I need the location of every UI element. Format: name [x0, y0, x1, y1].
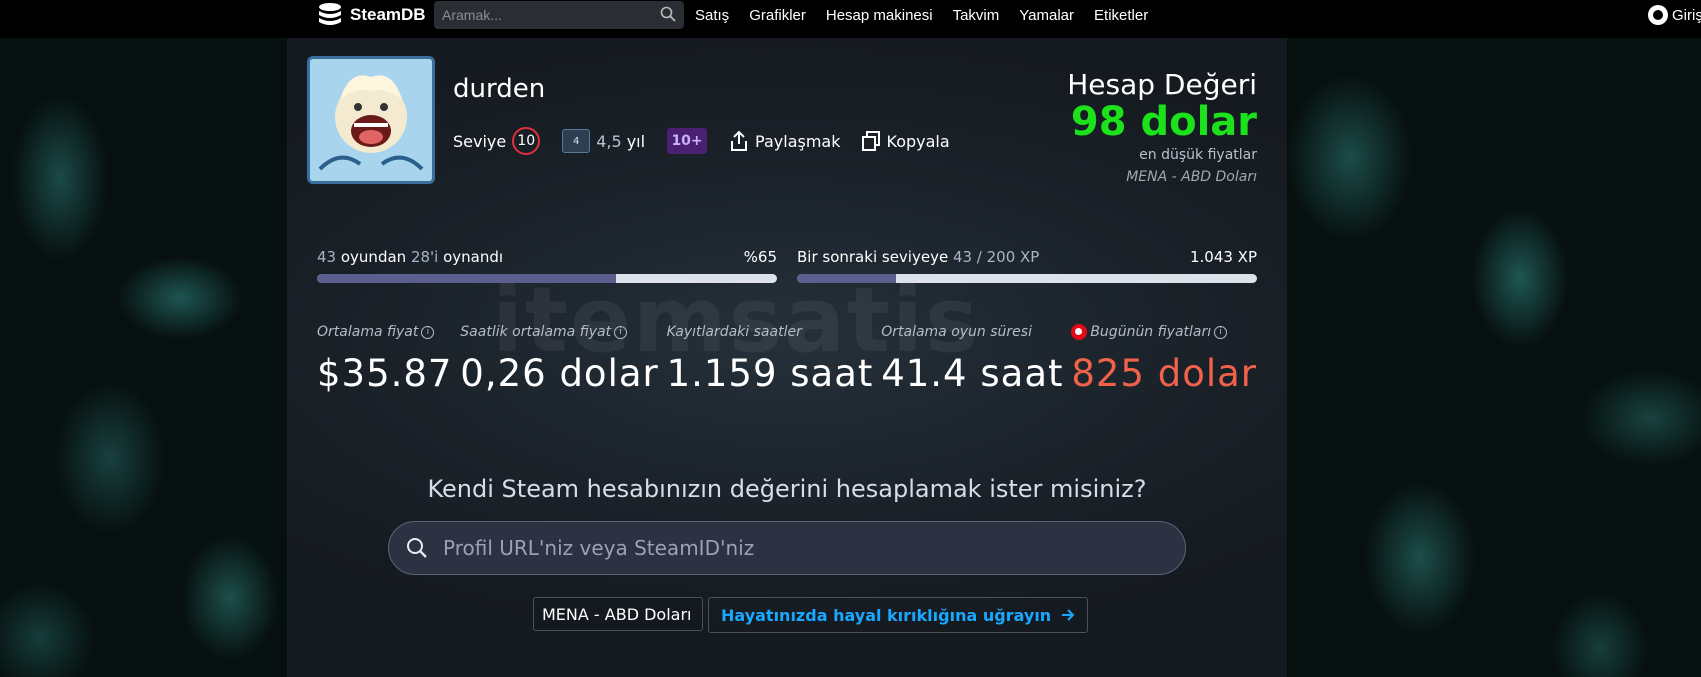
account-value-title: Hesap Değeri — [1067, 68, 1257, 101]
search-icon[interactable] — [660, 6, 676, 22]
games-progress-fill — [317, 274, 616, 283]
nav-link-charts[interactable]: Grafikler — [749, 7, 806, 24]
games-total: 43 — [317, 248, 337, 266]
nav-link-tags[interactable]: Etiketler — [1094, 7, 1148, 24]
top-search — [434, 1, 684, 29]
stat-value: 0,26 dolar — [460, 352, 659, 395]
stat-hourly-price: Saatlik ortalama fiyat i 0,26 dolar — [460, 324, 658, 395]
stat-todays-prices: Bugünün fiyatları i 825 dolar — [1071, 324, 1257, 395]
years-value: 4,5 — [596, 131, 622, 151]
stat-label: Saatlik ortalama fiyat — [460, 324, 612, 340]
games-played-text: 43 oyundan 28'i oynandı — [317, 248, 503, 266]
share-icon — [731, 130, 748, 151]
xp-progress-fill — [797, 274, 896, 283]
steam-icon — [1648, 5, 1668, 25]
nav-link-patches[interactable]: Yamalar — [1019, 7, 1074, 24]
info-icon[interactable]: i — [614, 325, 628, 339]
xp-progress-bar — [797, 274, 1257, 283]
years-of-service-badge: 4 — [562, 129, 591, 153]
calculate-button-label: Hayatınızda hayal kırıklığına uğrayın — [721, 605, 1052, 625]
steamdb-logo-icon — [319, 3, 341, 25]
search-icon — [407, 538, 427, 558]
stat-value: 41.4 saat — [881, 352, 1064, 395]
share-button[interactable]: Paylaşmak — [729, 130, 841, 152]
stat-average-playtime: Ortalama oyun süresi 41.4 saat — [881, 324, 1063, 395]
games-text-mid: oyundan — [340, 248, 407, 266]
calculate-button[interactable]: Hayatınızda hayal kırıklığına uğrayın — [708, 597, 1089, 633]
stat-label: Kayıtlardaki saatler — [666, 324, 802, 340]
bottom-controls: MENA - ABD Doları Hayatınızda hayal kırı… — [533, 597, 1089, 633]
level-label: Seviye — [453, 131, 507, 151]
stats-row: Ortalama fiyat i $35.87 Saatlik ortalama … — [317, 324, 1257, 395]
account-value-note: en düşük fiyatlar — [1139, 147, 1257, 163]
account-value-amount: 98 dolar — [1070, 99, 1257, 145]
years-unit: yıl — [626, 131, 646, 151]
badge-row: Seviye 10 4 4,5 yıl 10+ Paylaşmak Kopyal… — [453, 126, 970, 156]
profile-search-input[interactable] — [441, 535, 1185, 561]
nav-link-calculator[interactable]: Hesap makinesi — [826, 7, 933, 24]
turkey-flag-icon — [1071, 324, 1088, 340]
games-percent: %65 — [743, 248, 777, 266]
login-button[interactable]: Giriş — [1648, 0, 1701, 30]
games-text-end: oynandı — [443, 248, 504, 266]
stat-label: Ortalama oyun süresi — [881, 324, 1032, 340]
xp-current: 43 / 200 XP — [952, 248, 1040, 266]
steamdb-logo[interactable]: SteamDB — [316, 0, 426, 30]
level-badge: 10 — [512, 127, 541, 155]
account-value-region: MENA - ABD Doları — [1126, 169, 1257, 185]
stat-value: 1.159 saat — [666, 352, 874, 395]
avatar[interactable] — [307, 56, 435, 184]
stat-recorded-hours: Kayıtlardaki saatler 1.159 saat — [667, 324, 874, 395]
games-played: 28'i — [410, 248, 439, 266]
xp-label: Bir sonraki seviyeye — [797, 248, 949, 266]
profile-panel: itemsatis durden Seviye 10 4 4,5 yıl 10+… — [287, 38, 1287, 677]
nav-link-sales[interactable]: Satış — [695, 7, 729, 24]
share-label: Paylaşmak — [755, 131, 841, 151]
arrow-right-icon — [1062, 609, 1075, 621]
top-search-input[interactable] — [434, 6, 654, 24]
games-played-progress: 43 oyundan 28'i oynandı %65 — [317, 248, 777, 283]
games-progress-bar — [317, 274, 777, 283]
stat-value: $35.87 — [317, 352, 453, 395]
copy-icon — [861, 131, 880, 151]
info-icon[interactable]: i — [1214, 325, 1228, 339]
xp-progress: Bir sonraki seviyeye 43 / 200 XP 1.043 X… — [797, 248, 1257, 283]
avatar-image — [310, 59, 432, 181]
logo-text: SteamDB — [350, 5, 426, 24]
stat-average-price: Ortalama fiyat i $35.87 — [317, 324, 452, 395]
copy-label: Kopyala — [886, 131, 950, 151]
xp-text: Bir sonraki seviyeye 43 / 200 XP — [797, 248, 1039, 266]
profile-search — [388, 521, 1186, 575]
nav-links: Satış Grafikler Hesap makinesi Takvim Ya… — [695, 0, 1148, 30]
stat-label: Bugünün fiyatları — [1090, 324, 1212, 340]
stat-value: 825 dolar — [1071, 352, 1257, 395]
games-count-badge: 10+ — [667, 128, 708, 154]
cta-heading: Kendi Steam hesabınızın değerini hesapla… — [427, 475, 1147, 503]
info-icon[interactable]: i — [421, 325, 435, 339]
account-value-block: Hesap Değeri 98 dolar en düşük fiyatlar … — [1067, 68, 1257, 185]
xp-total: 1.043 XP — [1189, 248, 1257, 266]
region-select-value: MENA - ABD Doları — [542, 604, 692, 624]
stat-label: Ortalama fiyat — [317, 324, 419, 340]
username: durden — [453, 74, 546, 104]
login-label: Giriş — [1672, 6, 1701, 24]
region-select[interactable]: MENA - ABD Doları — [533, 597, 703, 631]
copy-button[interactable]: Kopyala — [861, 131, 950, 151]
top-nav: SteamDB Satış Grafikler Hesap makinesi T… — [0, 0, 1701, 33]
nav-link-calendar[interactable]: Takvim — [953, 7, 1000, 24]
